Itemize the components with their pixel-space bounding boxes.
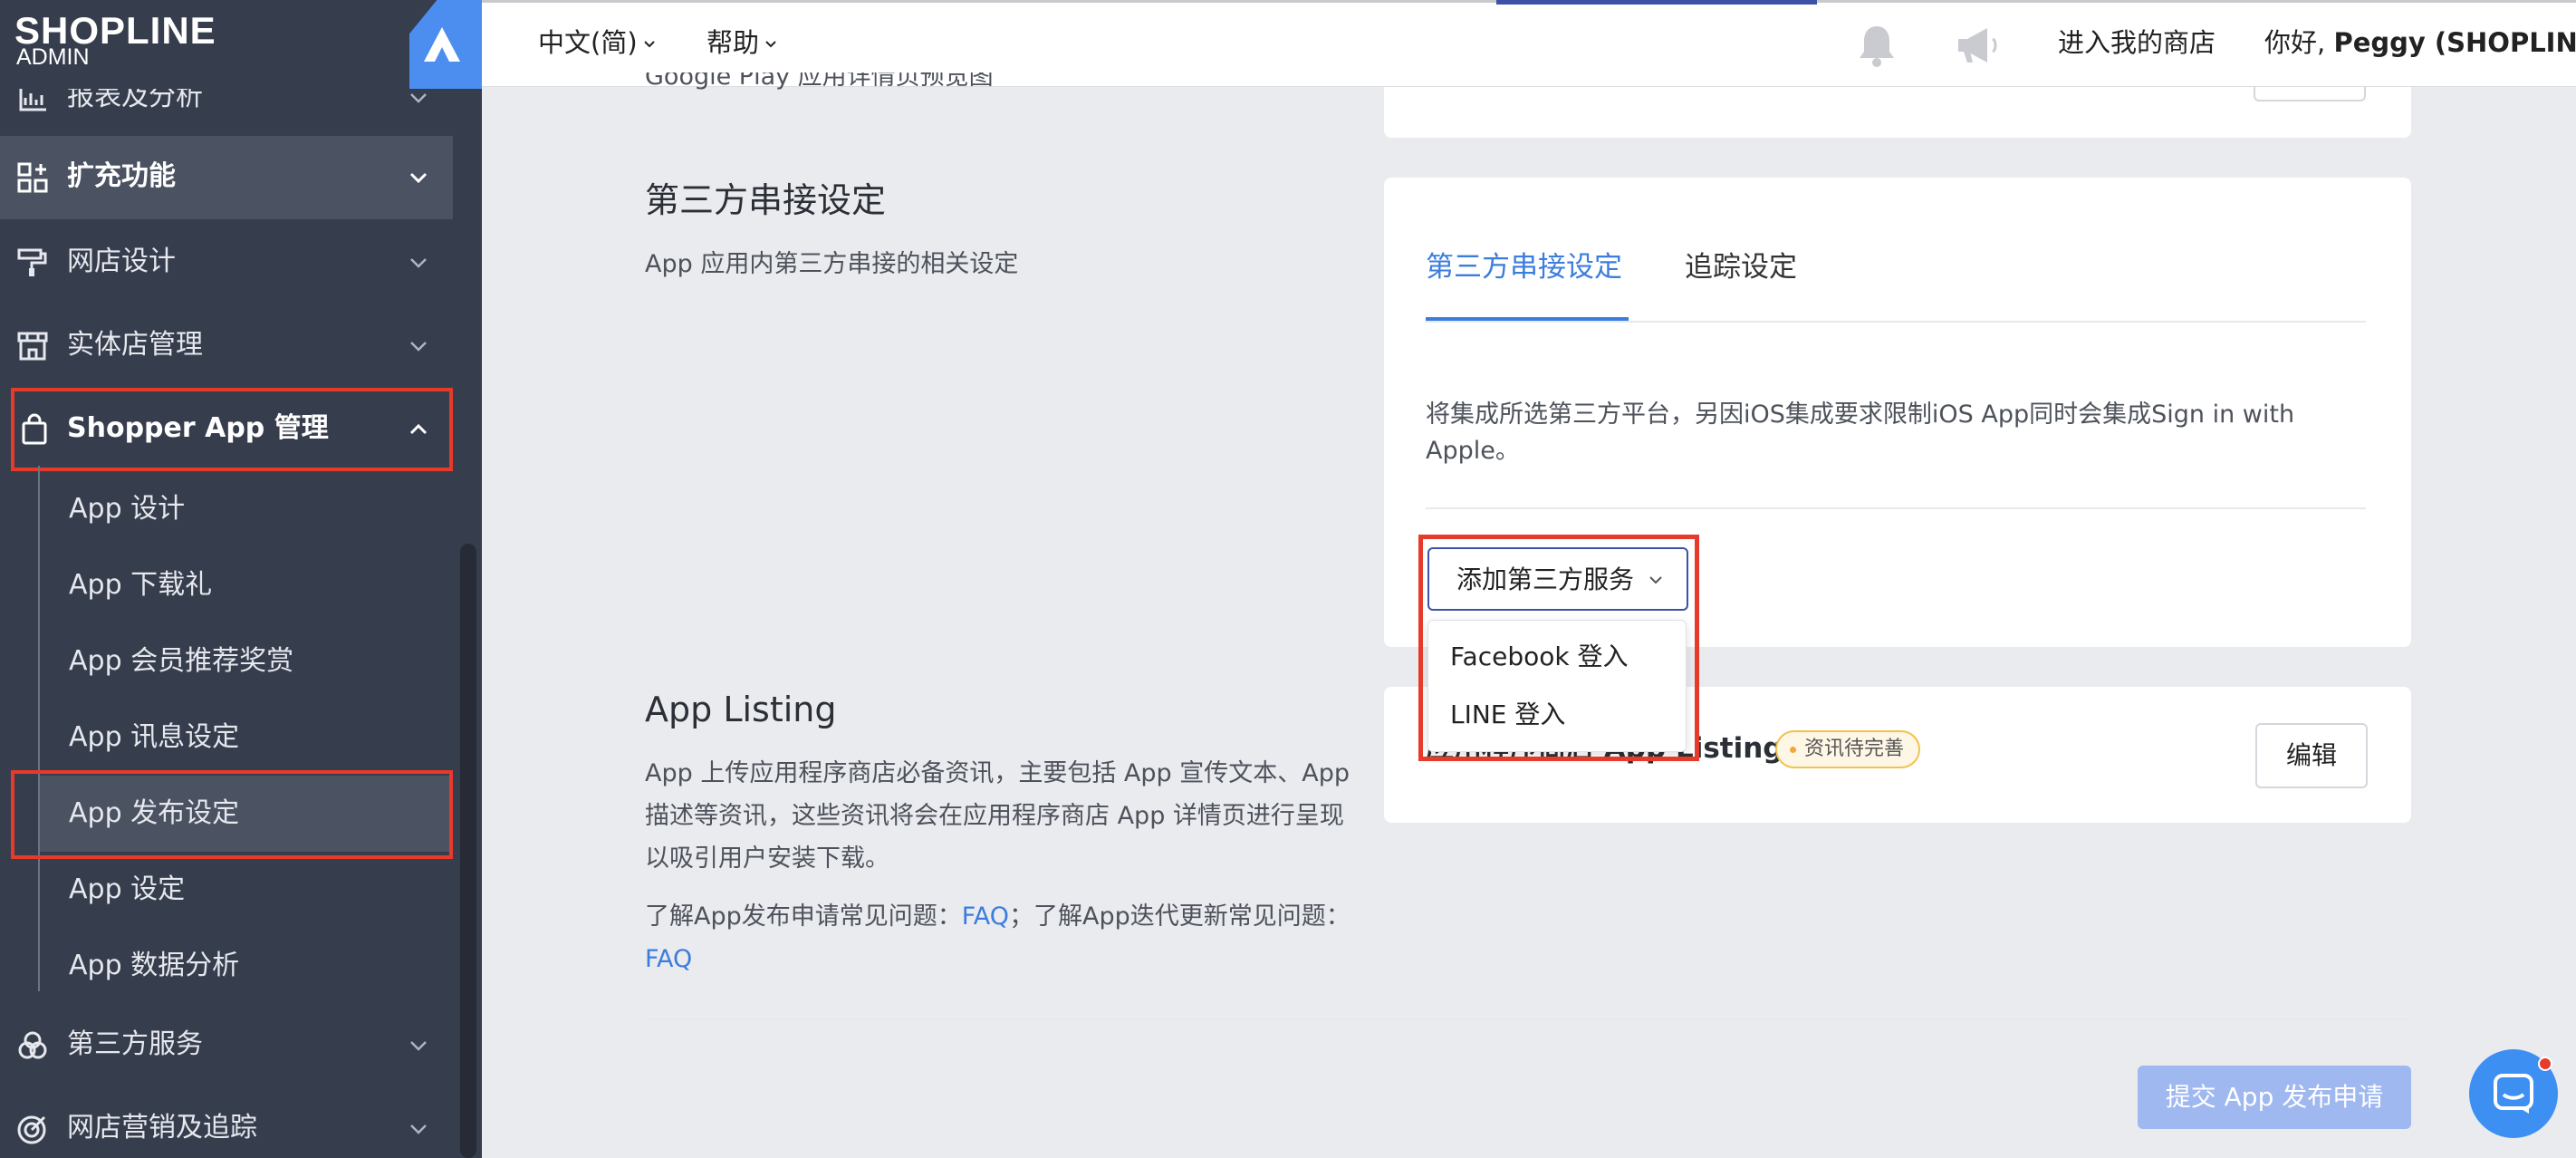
faq-link[interactable]: FAQ: [962, 902, 1009, 931]
faq-mid: ；了解App迭代更新常见问题：: [1009, 902, 1350, 931]
app-listing-title: App Listing: [645, 690, 837, 729]
sidebar-item-store-design[interactable]: 网店设计: [0, 221, 453, 304]
user-menu[interactable]: 你好, Peggy (SHOPLINE): [2264, 23, 2576, 63]
chevron-down-icon: [765, 41, 776, 48]
sidebar-item-marketing[interactable]: 网店营销及追踪: [0, 1087, 453, 1158]
store-icon: [17, 332, 48, 361]
chevron-down-icon: [410, 93, 427, 103]
target-icon: [17, 1115, 46, 1144]
enter-store-link[interactable]: 进入我的商店: [2058, 23, 2216, 63]
chat-launcher[interactable]: [2469, 1049, 2558, 1138]
sidebar-subitem-label: App 下载礼: [69, 569, 213, 601]
sidebar-collapse-button[interactable]: [409, 0, 482, 89]
paint-roller-icon: [17, 248, 47, 276]
sidebar-item-label: 实体店管理: [67, 329, 203, 361]
google-play-card: [1384, 87, 2411, 138]
megaphone-icon[interactable]: [1953, 21, 2004, 70]
sidebar-subitem-label: App 讯息设定: [69, 721, 240, 753]
greeting-label: 你好,: [2264, 27, 2334, 58]
brand-header: SHOPLINE ADMIN: [0, 0, 482, 89]
chevron-down-icon: [410, 258, 427, 268]
admin-label: ADMIN: [16, 44, 90, 70]
shopping-bag-icon: [22, 413, 47, 445]
help-menu[interactable]: 帮助: [706, 23, 779, 63]
chevron-down-icon: [410, 342, 427, 352]
integration-note: 将集成所选第三方平台，另因iOS集成要求限制iOS App同时会集成Sign i…: [1426, 400, 2295, 465]
sidebar-item-third-party[interactable]: 第三方服务: [0, 1004, 453, 1087]
language-selector[interactable]: 中文(简): [538, 23, 658, 63]
chevron-down-icon: [410, 1124, 427, 1134]
edit-button[interactable]: 编辑: [2255, 723, 2368, 788]
notification-dot: [2538, 1057, 2552, 1071]
sidebar-item-label: 网店营销及追踪: [67, 1112, 257, 1144]
bell-icon[interactable]: [1855, 21, 1898, 70]
sidebar-item-label: Shopper App 管理: [67, 412, 329, 444]
faq-link-update[interactable]: FAQ: [645, 945, 692, 973]
chevron-down-icon: [409, 172, 428, 184]
chevron-down-icon: [410, 1041, 427, 1051]
divider: [645, 1018, 2411, 1020]
tab-third-party[interactable]: 第三方串接设定: [1426, 245, 1622, 290]
highlight-box: [11, 770, 453, 859]
sidebar-subitem-label: App 设定: [69, 873, 186, 905]
chevron-up-icon: [409, 423, 428, 435]
sidebar: 报表及分析 扩充功能 网店设计 实体店管理 Shopper App 管理 App…: [0, 0, 482, 1158]
language-label: 中文(简): [538, 27, 638, 58]
sidebar-item-label: 网店设计: [67, 246, 176, 277]
sidebar-scrollbar[interactable]: [460, 544, 476, 1158]
apps-icon: [17, 162, 48, 193]
sidebar-subitem-label: App 设计: [69, 493, 186, 525]
sidebar-subitem-app-download-gift[interactable]: App 下载礼: [40, 547, 453, 623]
third-party-desc: App 应用内第三方串接的相关设定: [645, 250, 1019, 278]
sidebar-item-extensions[interactable]: 扩充功能: [0, 136, 453, 219]
sidebar-subitem-app-analytics[interactable]: App 数据分析: [40, 928, 453, 1004]
divider: [1426, 507, 2366, 509]
sidebar-subitem-app-settings[interactable]: App 设定: [40, 852, 453, 928]
card-button-partial[interactable]: [2254, 87, 2366, 101]
sidebar-item-shopper-app[interactable]: Shopper App 管理: [11, 388, 453, 471]
faq-prefix: 了解App发布申请常见问题：: [645, 902, 962, 931]
circles-icon: [18, 1031, 47, 1059]
sidebar-subitem-label: App 会员推荐奖赏: [69, 645, 294, 677]
sidebar-subitem-label: App 数据分析: [69, 950, 240, 981]
sidebar-subitem-app-messages[interactable]: App 讯息设定: [40, 700, 453, 776]
sidebar-item-label: 第三方服务: [67, 1028, 203, 1060]
divider: [1426, 321, 2366, 323]
app-listing-desc: App 上传应用程序商店必备资讯，主要包括 App 宣传文本、App 描述等资讯…: [645, 759, 1350, 873]
partial-text: Google Play 应用详情页预览图: [645, 72, 994, 91]
user-name: Peggy (SHOPLINE): [2333, 27, 2576, 58]
third-party-title: 第三方串接设定: [645, 180, 887, 220]
top-accent-line: [1496, 0, 1817, 5]
submit-app-publish-button[interactable]: 提交 App 发布申请: [2138, 1066, 2411, 1129]
sidebar-subitem-app-referral[interactable]: App 会员推荐奖赏: [40, 623, 453, 700]
sidebar-item-retail-store[interactable]: 实体店管理: [0, 304, 453, 388]
sidebar-subitem-app-design[interactable]: App 设计: [40, 471, 453, 547]
sidebar-item-label: 扩充功能: [67, 160, 176, 192]
tab-tracking[interactable]: 追踪设定: [1685, 245, 1797, 290]
faq-text: 了解App发布申请常见问题：FAQ；了解App迭代更新常见问题：FAQ: [645, 895, 1351, 980]
help-label: 帮助: [706, 27, 760, 58]
chevron-down-icon: [643, 41, 655, 48]
mountain-icon: [424, 27, 460, 62]
highlight-box: [1418, 535, 1699, 761]
chat-icon: [2494, 1074, 2533, 1114]
status-badge: 资讯待完善: [1775, 730, 1921, 768]
